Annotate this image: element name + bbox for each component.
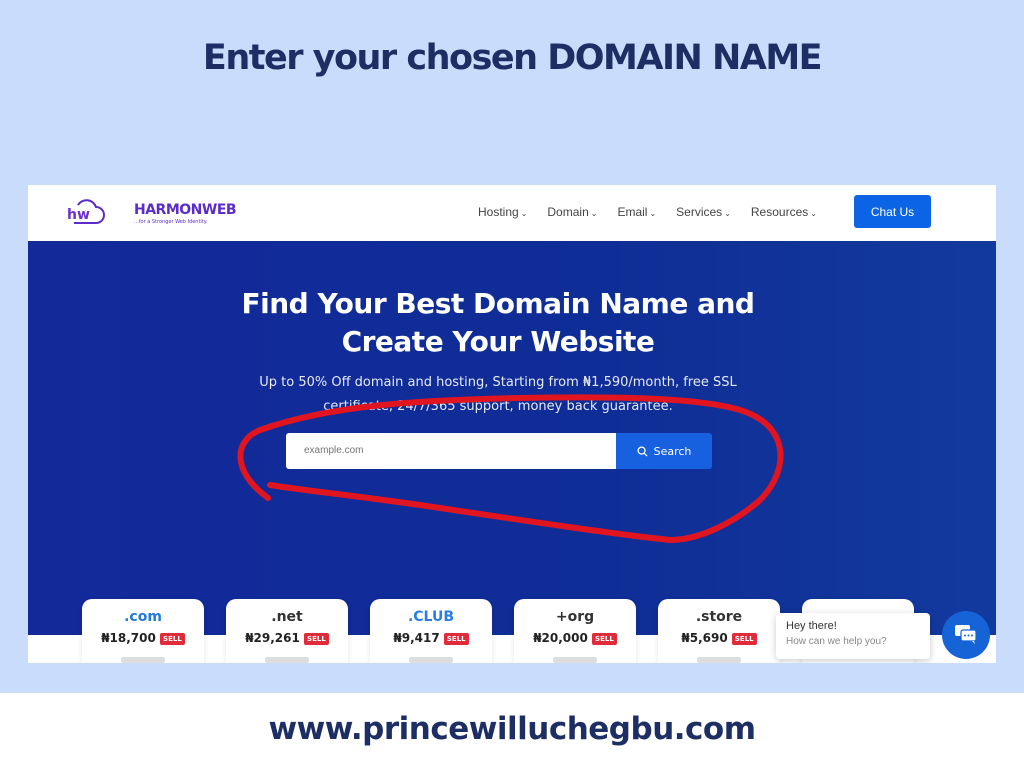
tld-price-cards: .com ₦18,700 SELL .net ₦29,261 SELL .CLU… [82, 599, 780, 663]
subtitle-line: certificate, 24/7/365 support, money bac… [323, 399, 673, 414]
price-value: ₦29,261 [245, 631, 300, 645]
domain-search-input[interactable] [286, 433, 616, 469]
main-menu: Hosting ⌄ Domain ⌄ Email ⌄ Services ⌄ Resour… [478, 205, 817, 219]
hero-subtitle: Up to 50% Off domain and hosting, Starti… [28, 371, 968, 419]
brand-tagline: ...for a Stronger Web Identity. [134, 219, 208, 225]
tld-card[interactable]: .com ₦18,700 SELL [82, 599, 204, 663]
menu-services[interactable]: Services ⌄ [676, 205, 731, 219]
chat-greeting-bubble[interactable]: Hey there! How can we help you? [776, 613, 930, 659]
page-heading: Enter your chosen DOMAIN NAME [202, 38, 823, 78]
chevron-down-icon: ⌄ [724, 209, 731, 218]
chevron-down-icon: ⌄ [810, 209, 817, 218]
tld-price: ₦29,261 SELL [226, 631, 348, 645]
chat-prompt: How can we help you? [786, 636, 887, 647]
hero-title-line: Create Your Website [341, 325, 655, 358]
sell-badge: SELL [160, 632, 185, 645]
search-button[interactable]: Search [616, 433, 712, 469]
website-screenshot: hw HARMONWEB ...for a Stronger Web Ident… [28, 185, 996, 663]
tld-name: .store [695, 609, 743, 625]
sell-badge: SELL [304, 632, 329, 645]
hero-title-line: Find Your Best Domain Name and [241, 287, 755, 320]
menu-resources[interactable]: Resources ⌄ [751, 205, 817, 219]
tld-card[interactable]: +org ₦20,000 SELL [514, 599, 636, 663]
svg-text:hw: hw [67, 207, 90, 223]
tld-card[interactable]: .net ₦29,261 SELL [226, 599, 348, 663]
tld-name: .net [271, 609, 303, 625]
brand-name: HARMONWEB [134, 202, 237, 218]
tld-name: +org [555, 609, 595, 625]
sell-badge: SELL [592, 632, 617, 645]
tld-price: ₦9,417 SELL [370, 631, 492, 645]
menu-label: Email [617, 205, 648, 219]
hero-section: Find Your Best Domain Name and Create You… [28, 241, 996, 635]
tld-card[interactable]: .CLUB ₦9,417 SELL [370, 599, 492, 663]
old-price-placeholder [265, 657, 309, 663]
price-value: ₦5,690 [681, 631, 728, 645]
old-price-placeholder [697, 657, 741, 663]
tld-card[interactable]: .store ₦5,690 SELL [658, 599, 780, 663]
navbar: hw HARMONWEB ...for a Stronger Web Ident… [28, 185, 996, 241]
menu-label: Domain [547, 205, 589, 219]
harmonweb-logo-icon: hw [67, 199, 105, 224]
tld-price: ₦18,700 SELL [82, 631, 204, 645]
chevron-down-icon: ⌄ [520, 209, 528, 218]
chevron-down-icon: ⌄ [649, 209, 657, 218]
menu-label: Hosting [478, 205, 519, 219]
footer-url: www.princewilluchegbu.com [0, 693, 1024, 768]
menu-email[interactable]: Email ⌄ [617, 205, 656, 219]
chat-bubble-icon [955, 625, 977, 644]
price-value: ₦20,000 [533, 631, 588, 645]
tld-name: .CLUB [407, 609, 455, 625]
search-icon [637, 445, 648, 457]
search-label: Search [653, 444, 692, 458]
chat-widget-button[interactable] [942, 611, 990, 659]
menu-hosting[interactable]: Hosting ⌄ [478, 205, 527, 219]
price-value: ₦9,417 [393, 631, 440, 645]
chevron-down-icon: ⌄ [590, 209, 598, 218]
old-price-placeholder [553, 657, 597, 663]
chat-us-button[interactable]: Chat Us [854, 195, 931, 228]
tld-price: ₦5,690 SELL [658, 631, 780, 645]
tld-price: ₦20,000 SELL [514, 631, 636, 645]
old-price-placeholder [121, 657, 165, 663]
hero-title: Find Your Best Domain Name and Create You… [28, 285, 968, 361]
subtitle-line: Up to 50% Off domain and hosting, Starti… [259, 375, 737, 390]
tld-name: .com [124, 609, 162, 625]
menu-label: Services [676, 205, 723, 219]
chat-greeting: Hey there! [786, 620, 837, 632]
price-value: ₦18,700 [101, 631, 156, 645]
menu-label: Resources [750, 205, 809, 219]
menu-domain[interactable]: Domain ⌄ [547, 205, 597, 219]
sell-badge: SELL [731, 632, 757, 645]
old-price-placeholder [409, 657, 453, 663]
sell-badge: SELL [443, 632, 469, 645]
